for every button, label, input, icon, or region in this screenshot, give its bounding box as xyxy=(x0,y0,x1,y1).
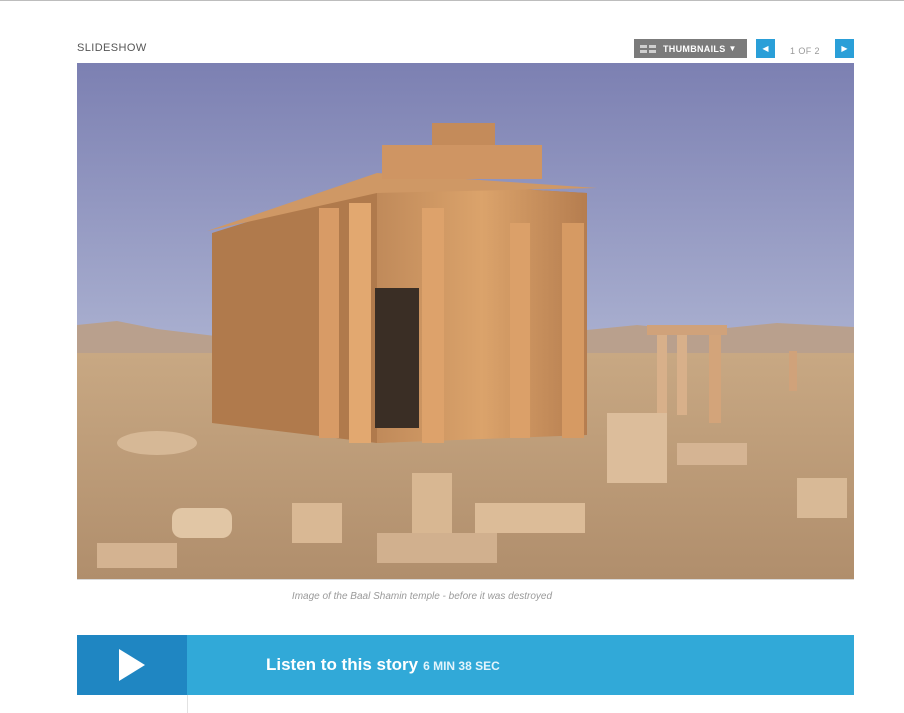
image-caption: Image of the Baal Shamin temple - before… xyxy=(291,591,553,602)
temple-photo xyxy=(77,63,854,579)
audio-duration: 6 MIN 38 SEC xyxy=(423,659,500,673)
next-slide-button[interactable]: ▶ xyxy=(835,39,854,58)
arrow-right-icon: ▶ xyxy=(841,44,848,53)
listen-to-story-button[interactable]: Listen to this story 6 MIN 38 SEC xyxy=(77,635,854,695)
play-icon xyxy=(119,649,145,681)
top-divider xyxy=(0,0,904,1)
divider xyxy=(187,695,188,713)
grid-icon xyxy=(640,44,657,53)
thumbnails-button[interactable]: THUMBNAILS ▼ xyxy=(634,39,747,58)
caret-down-icon: ▼ xyxy=(728,44,737,53)
audio-title: Listen to this story xyxy=(266,655,419,674)
thumbnails-label: THUMBNAILS xyxy=(663,43,726,54)
slideshow-label: SLIDESHOW xyxy=(77,42,147,54)
arrow-left-icon: ◀ xyxy=(762,44,769,53)
slideshow-image xyxy=(77,63,854,580)
audio-text: Listen to this story 6 MIN 38 SEC xyxy=(187,635,500,695)
previous-slide-button[interactable]: ◀ xyxy=(756,39,775,58)
play-button[interactable] xyxy=(77,635,187,695)
slide-counter: 1 OF 2 xyxy=(790,46,820,56)
